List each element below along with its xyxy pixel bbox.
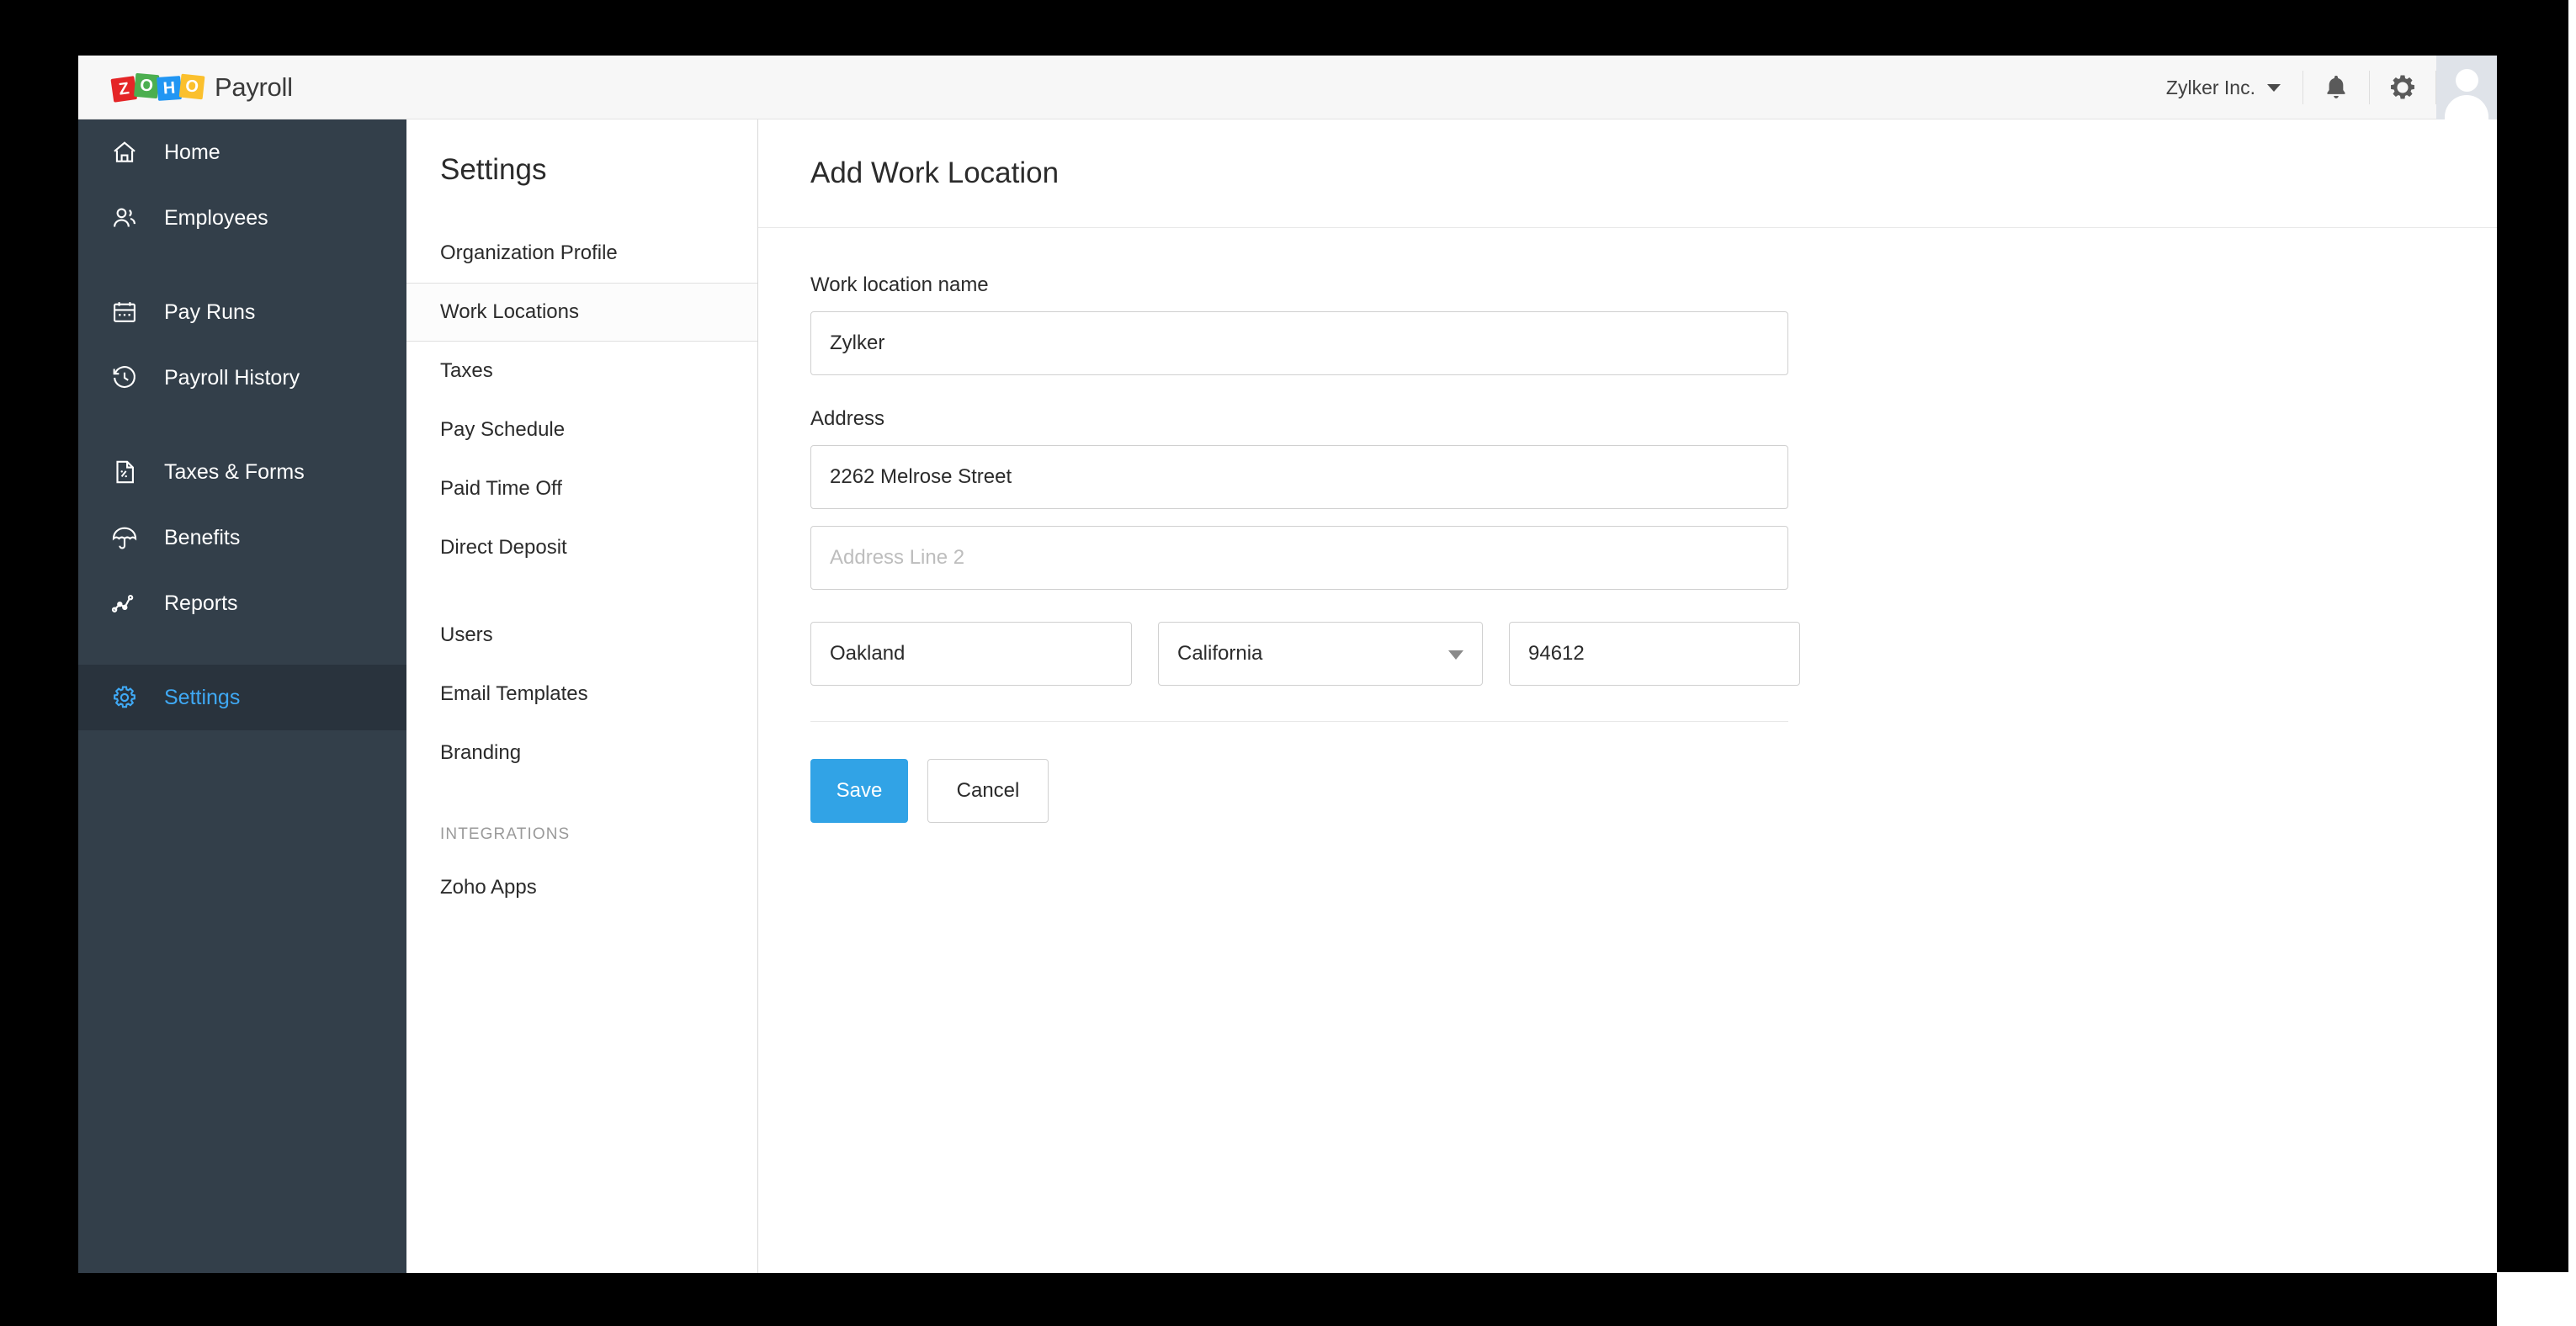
screen: Z O H O Payroll Zylker Inc. (0, 0, 2576, 1326)
sidebar-item-label: Employees (164, 206, 268, 231)
form-actions: Save Cancel (810, 759, 2497, 823)
state-select-value: California (1177, 642, 1262, 666)
brand-product-name: Payroll (215, 72, 293, 103)
sidebar-item-label: Reports (164, 591, 238, 616)
bell-icon (2323, 73, 2350, 102)
brand-logo[interactable]: Z O H O Payroll (112, 69, 293, 106)
avatar-body (2445, 95, 2488, 119)
settings-section-integrations: INTEGRATIONS (406, 811, 757, 858)
settings-item-email-templates[interactable]: Email Templates (406, 665, 757, 724)
sidebar-item-reports[interactable]: Reports (78, 570, 406, 636)
window-bottom-edge (2497, 1272, 2576, 1326)
sidebar-group-gap (78, 411, 406, 439)
address-label: Address (810, 407, 2497, 431)
window-right-edge (2568, 0, 2576, 1272)
sidebar-item-label: Pay Runs (164, 300, 255, 325)
settings-item-zoho-apps[interactable]: Zoho Apps (406, 858, 757, 917)
document-percent-icon (110, 458, 149, 486)
settings-item-label: Branding (440, 741, 521, 765)
settings-item-label: Paid Time Off (440, 477, 562, 501)
zoho-logo-icon: Z O H O (112, 73, 203, 102)
sidebar-item-home[interactable]: Home (78, 119, 406, 185)
sidebar-item-pay-runs[interactable]: Pay Runs (78, 279, 406, 345)
sidebar-item-payroll-history[interactable]: Payroll History (78, 345, 406, 411)
cancel-button[interactable]: Cancel (927, 759, 1049, 823)
settings-item-users[interactable]: Users (406, 606, 757, 665)
header-actions: Zylker Inc. (2158, 56, 2497, 119)
field-work-location-name: Work location name Zylker (810, 273, 2497, 375)
top-header-bar: Z O H O Payroll Zylker Inc. (78, 56, 2497, 119)
sidebar-item-label: Benefits (164, 526, 240, 550)
zoho-block-o2: O (179, 74, 205, 100)
zoho-block-h: H (157, 76, 182, 101)
address-line2-input[interactable]: Address Line 2 (810, 526, 1788, 590)
gear-icon (110, 683, 149, 712)
settings-item-taxes[interactable]: Taxes (406, 342, 757, 400)
history-clock-icon (110, 363, 149, 392)
sidebar-group-gap (78, 636, 406, 665)
zoho-block-o1: O (134, 73, 159, 98)
sidebar-item-employees[interactable]: Employees (78, 185, 406, 251)
save-button[interactable]: Save (810, 759, 908, 823)
zoho-block-z: Z (110, 76, 137, 103)
city-state-zip-row: Oakland California 94612 (810, 622, 2497, 686)
notifications-button[interactable] (2303, 56, 2369, 119)
field-address: Address 2262 Melrose Street Address Line… (810, 407, 2497, 590)
settings-group-gap (406, 577, 757, 606)
app-window: Z O H O Payroll Zylker Inc. (78, 56, 2497, 1273)
sidebar-item-label: Payroll History (164, 366, 300, 390)
settings-item-label: Pay Schedule (440, 418, 565, 442)
umbrella-icon (110, 523, 149, 552)
main-content: Add Work Location Work location name Zyl… (758, 119, 2497, 1273)
address-line1-input[interactable]: 2262 Melrose Street (810, 445, 1788, 509)
chevron-down-icon (2267, 84, 2281, 92)
settings-item-paid-time-off[interactable]: Paid Time Off (406, 459, 757, 518)
sidebar-item-label: Settings (164, 686, 240, 710)
calendar-icon (110, 298, 149, 326)
settings-item-label: Zoho Apps (440, 876, 537, 899)
home-icon (110, 138, 149, 167)
settings-item-label: Organization Profile (440, 241, 618, 265)
gear-icon (2388, 73, 2417, 102)
settings-item-label: Direct Deposit (440, 536, 567, 560)
settings-item-work-locations[interactable]: Work Locations (406, 283, 757, 342)
settings-item-direct-deposit[interactable]: Direct Deposit (406, 518, 757, 577)
settings-item-branding[interactable]: Branding (406, 724, 757, 782)
settings-item-organization-profile[interactable]: Organization Profile (406, 224, 757, 283)
page-title: Add Work Location (758, 119, 2497, 190)
settings-item-pay-schedule[interactable]: Pay Schedule (406, 400, 757, 459)
zip-input[interactable]: 94612 (1509, 622, 1800, 686)
settings-item-label: Email Templates (440, 682, 588, 706)
chevron-down-icon (1448, 650, 1463, 660)
sidebar-group-gap (78, 251, 406, 279)
sidebar-item-settings[interactable]: Settings (78, 665, 406, 730)
settings-item-label: Users (440, 623, 493, 647)
sidebar-item-label: Taxes & Forms (164, 460, 305, 485)
form-divider (810, 721, 1788, 722)
org-name-label: Zylker Inc. (2166, 77, 2255, 99)
avatar[interactable] (2436, 56, 2497, 119)
avatar-head (2456, 69, 2478, 92)
work-location-name-input[interactable]: Zylker (810, 311, 1788, 375)
state-select[interactable]: California (1158, 622, 1483, 686)
org-switcher[interactable]: Zylker Inc. (2158, 56, 2302, 119)
sidebar-item-label: Home (164, 141, 220, 165)
work-location-name-label: Work location name (810, 273, 2497, 297)
sidebar-item-taxes-and-forms[interactable]: Taxes & Forms (78, 439, 406, 505)
settings-group-gap (406, 782, 757, 811)
settings-subnav: Settings Organization Profile Work Locat… (406, 119, 758, 1273)
settings-item-label: Taxes (440, 359, 493, 383)
add-work-location-form: Work location name Zylker Address 2262 M… (758, 228, 2497, 823)
settings-gear-button[interactable] (2370, 56, 2435, 119)
settings-subnav-list: Organization Profile Work Locations Taxe… (406, 224, 757, 917)
sidebar-item-benefits[interactable]: Benefits (78, 505, 406, 570)
main-sidebar: Home Employees (78, 119, 406, 1273)
people-icon (110, 204, 149, 232)
settings-subnav-title: Settings (406, 119, 757, 187)
line-chart-icon (110, 589, 149, 618)
city-input[interactable]: Oakland (810, 622, 1132, 686)
settings-item-label: Work Locations (440, 300, 579, 324)
